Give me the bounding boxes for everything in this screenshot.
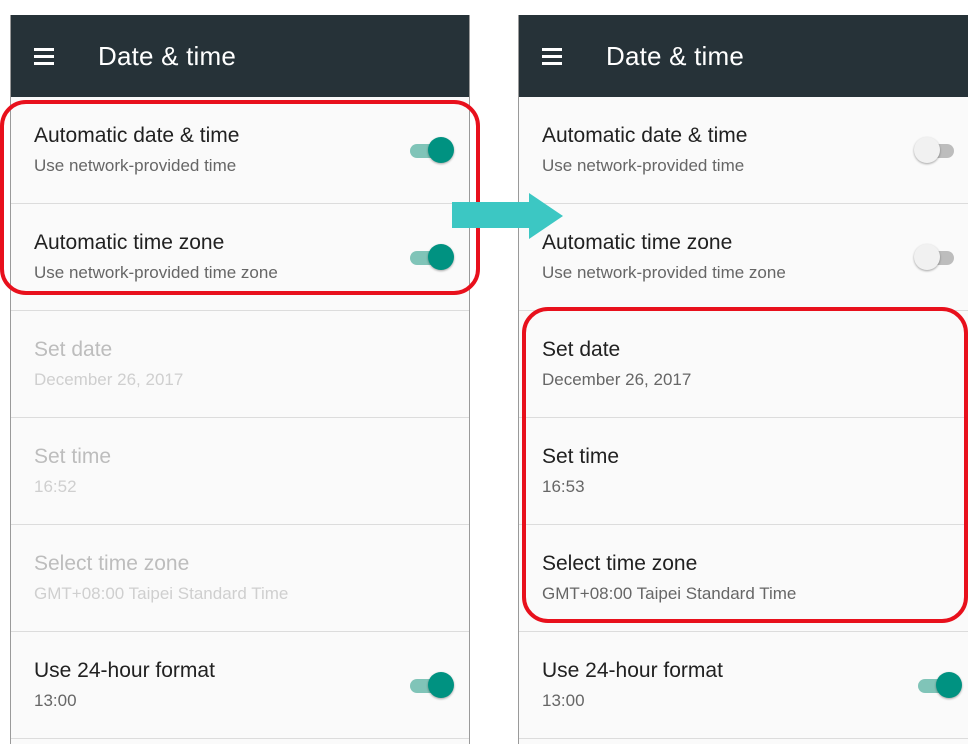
setting-title: Use 24-hour format: [34, 659, 215, 682]
setting-title: Set date: [34, 338, 113, 361]
page-title: Date & time: [98, 40, 237, 71]
setting-title: Automatic date & time: [542, 124, 748, 147]
app-bar: Date & time: [519, 15, 968, 97]
automatic-time-zone-toggle[interactable]: [914, 244, 962, 270]
hamburger-menu-icon[interactable]: [542, 48, 562, 65]
setting-title: Select time zone: [34, 552, 190, 575]
setting-title: Automatic time zone: [542, 231, 733, 254]
automatic-date-time-toggle[interactable]: [914, 137, 962, 163]
set-time-setting: Set time 16:52: [11, 418, 469, 525]
setting-summary: Use network-provided time zone: [542, 263, 786, 282]
setting-summary: 13:00: [34, 691, 77, 710]
right-arrow-icon: [452, 193, 570, 239]
page-title: Date & time: [606, 40, 745, 71]
hamburger-menu-icon[interactable]: [34, 48, 54, 65]
use-24-hour-format-setting[interactable]: Use 24-hour format 13:00: [11, 632, 469, 739]
set-date-setting: Set date December 26, 2017: [11, 311, 469, 418]
setting-summary: GMT+08:00 Taipei Standard Time: [34, 584, 289, 603]
use-24-hour-format-setting[interactable]: Use 24-hour format 13:00: [519, 632, 968, 739]
automatic-time-zone-setting[interactable]: Automatic time zone Use network-provided…: [519, 204, 968, 311]
use-24-hour-format-toggle[interactable]: [406, 672, 454, 698]
highlight-automatic-settings: [0, 100, 480, 295]
setting-summary: Use network-provided time: [542, 156, 745, 175]
setting-title: Set time: [34, 445, 112, 468]
setting-title: Use 24-hour format: [542, 659, 723, 682]
select-time-zone-setting: Select time zone GMT+08:00 Taipei Standa…: [11, 525, 469, 632]
use-24-hour-format-toggle[interactable]: [914, 672, 962, 698]
highlight-manual-settings: [522, 307, 968, 623]
setting-summary: December 26, 2017: [34, 370, 184, 389]
setting-summary: 13:00: [542, 691, 585, 710]
setting-summary: 16:52: [34, 477, 77, 496]
app-bar: Date & time: [11, 15, 469, 97]
automatic-date-time-setting[interactable]: Automatic date & time Use network-provid…: [519, 97, 968, 204]
